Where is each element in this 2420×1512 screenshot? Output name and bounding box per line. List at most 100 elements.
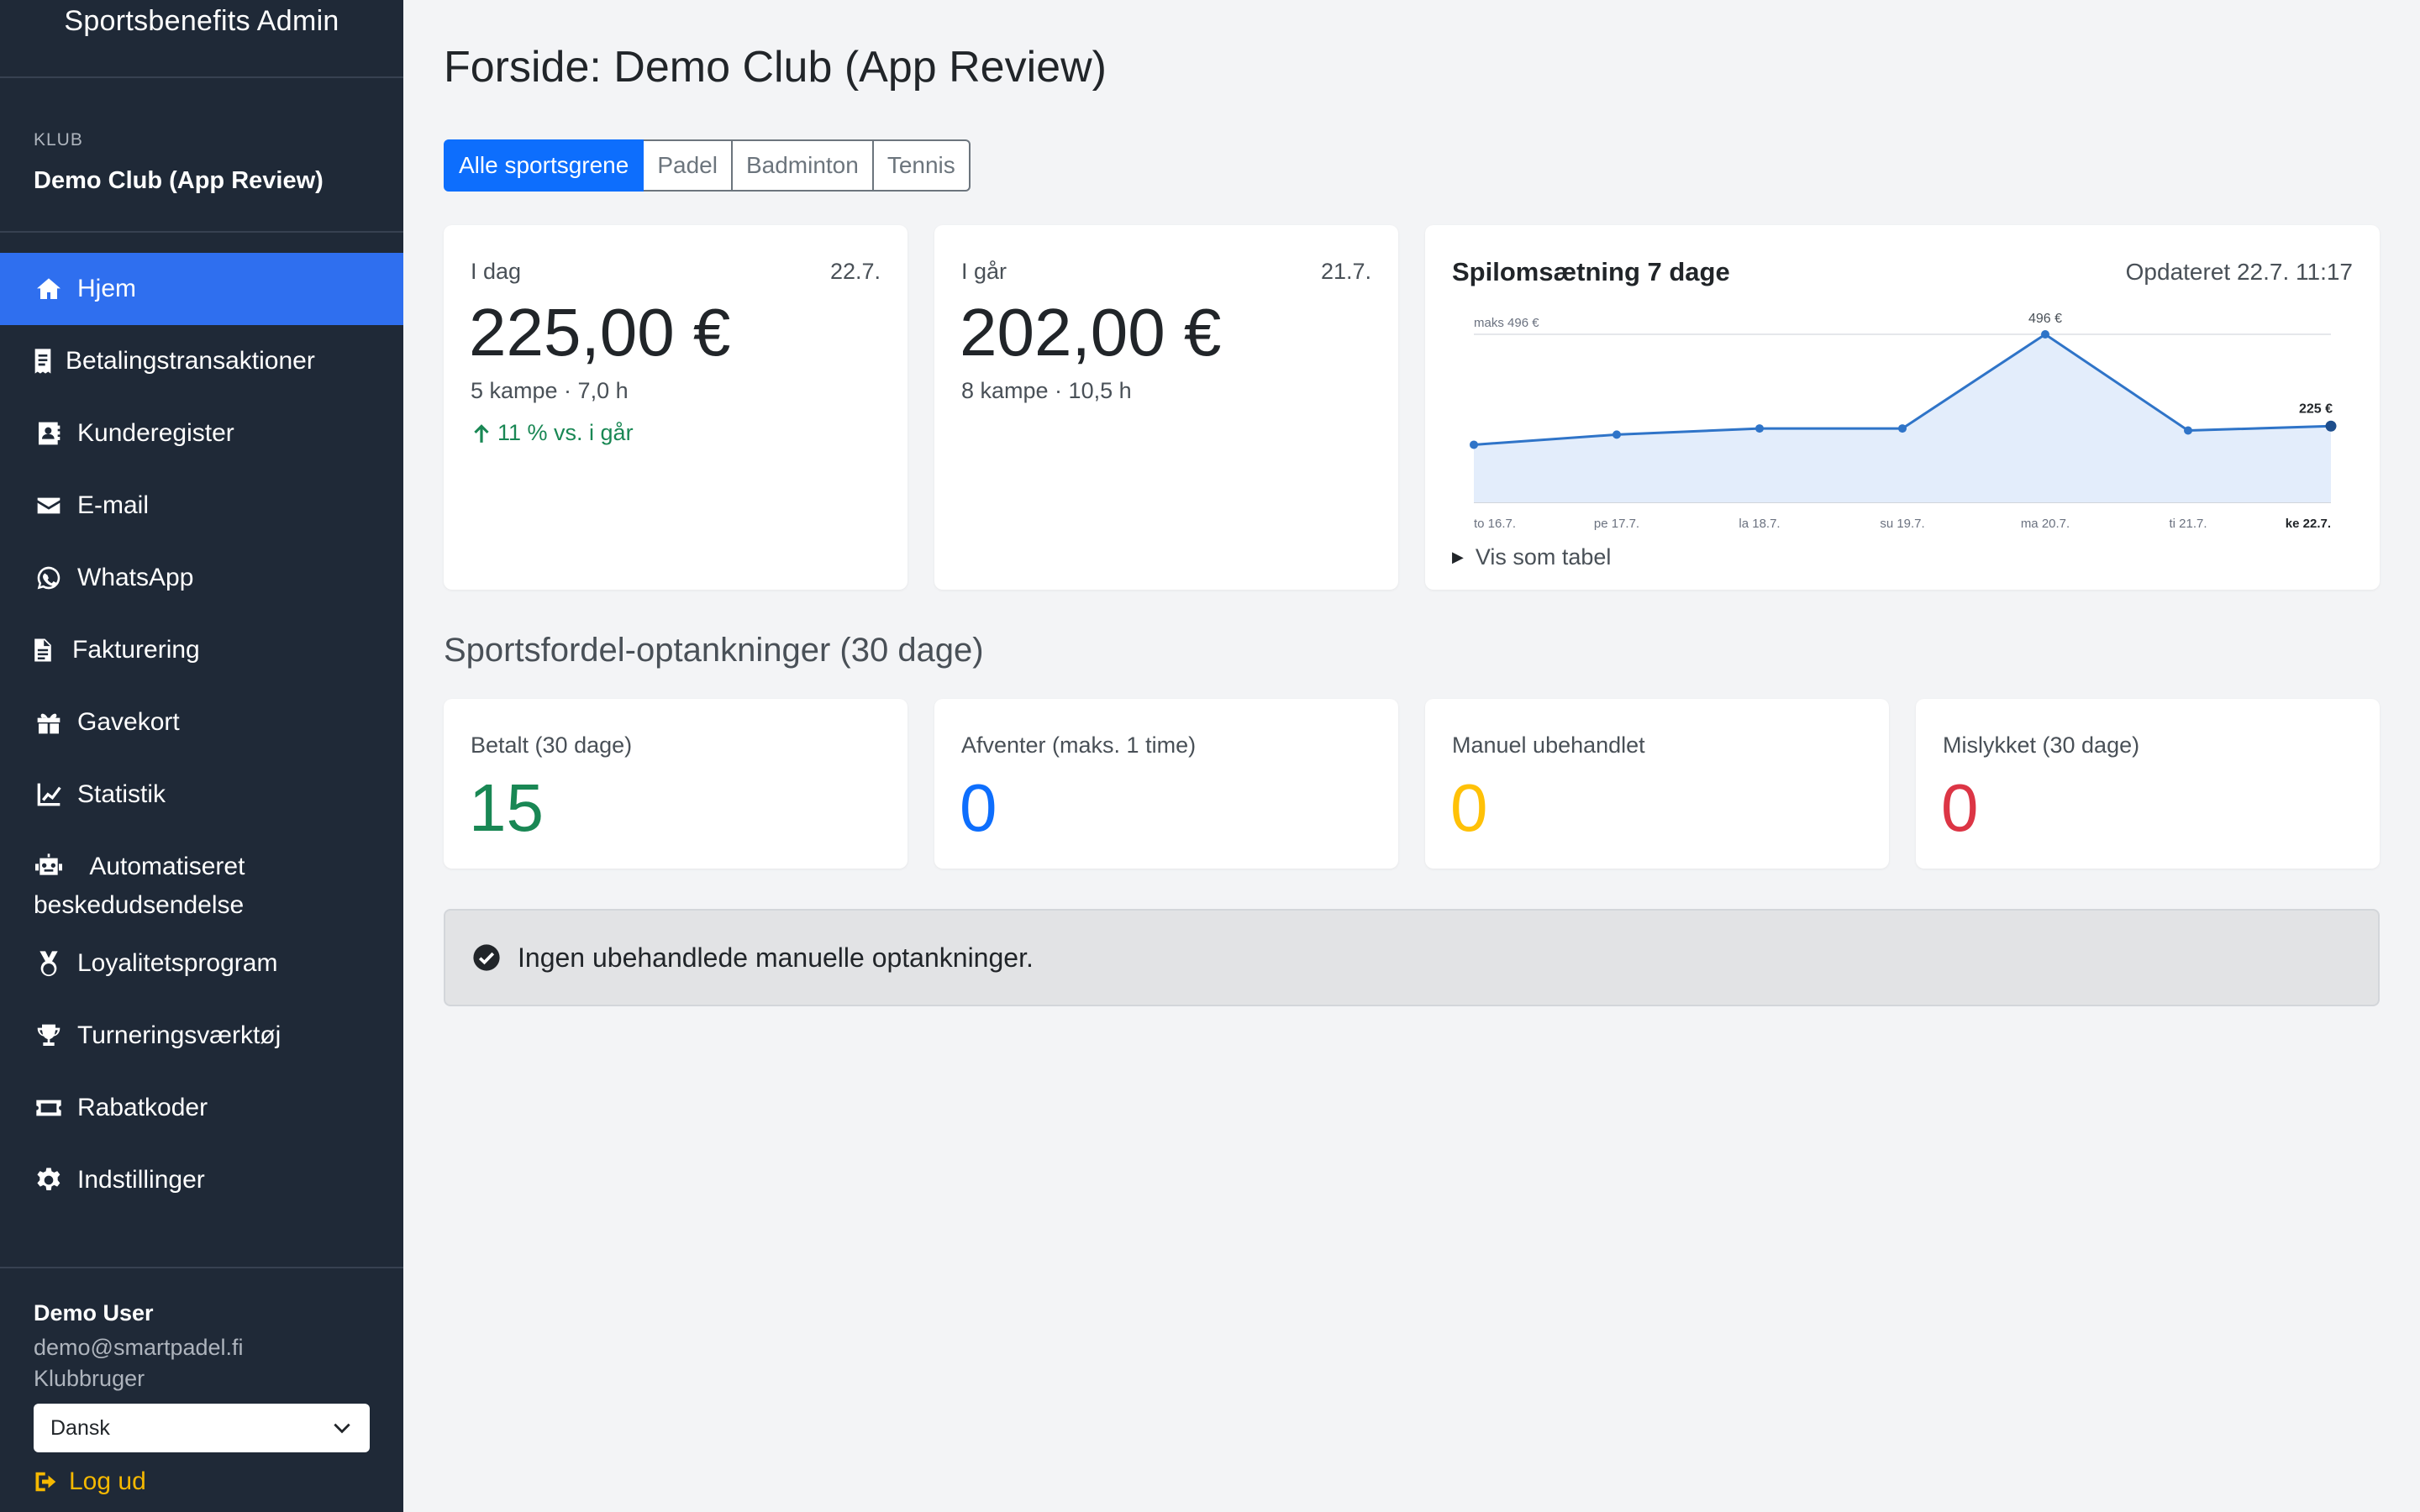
- show-table-label: Vis som tabel: [1475, 544, 1612, 570]
- sidebar-item-hjem[interactable]: Hjem: [0, 253, 403, 325]
- section-title: Sportsfordel-optankninger (30 dage): [444, 632, 984, 669]
- sidebar-item-label: Kunderegister: [77, 419, 234, 447]
- x-tick-label: la 18.7.: [1739, 517, 1780, 531]
- sidebar-item-label: Betalingstransaktioner: [66, 347, 315, 375]
- medal-icon: [34, 948, 64, 979]
- stat-label: Afventer (maks. 1 time): [961, 732, 1197, 758]
- sidebar-item-label: Fakturering: [72, 636, 200, 664]
- stat-label: Mislykket (30 dage): [1943, 732, 2140, 758]
- logout-icon: [35, 1472, 56, 1492]
- data-point: [2325, 420, 2337, 432]
- x-tick-label: ti 21.7.: [2169, 517, 2207, 531]
- invoice-icon: [34, 635, 52, 665]
- club-block: KLUB Demo Club (App Review): [0, 78, 403, 233]
- sidebar-item-turneringsvaerktoj[interactable]: Turneringsværktøj: [0, 1000, 403, 1072]
- stat-card-manual: Manuel ubehandlet 0: [1425, 699, 1889, 869]
- user-name: Demo User: [34, 1300, 154, 1326]
- app-brand: Sportsbenefits Admin: [0, 0, 403, 78]
- sidebar-item-label: Gavekort: [77, 708, 180, 736]
- yesterday-revenue: 202,00 €: [960, 295, 1222, 370]
- logout-link[interactable]: Log ud: [34, 1467, 370, 1496]
- check-circle-icon: [473, 944, 500, 971]
- data-point: [2184, 426, 2192, 435]
- gear-icon: [34, 1165, 64, 1195]
- today-revenue: 225,00 €: [469, 295, 731, 370]
- gift-icon: [34, 707, 64, 738]
- tab-tennis[interactable]: Tennis: [873, 139, 971, 192]
- receipt-icon: [34, 346, 52, 376]
- page-title: Forside: Demo Club (App Review): [444, 43, 1107, 92]
- user-role: Klubbruger: [34, 1366, 145, 1391]
- status-alert: Ingen ubehandlede manuelle optankninger.: [444, 909, 2380, 1006]
- sidebar-item-fakturering[interactable]: Fakturering: [0, 614, 403, 686]
- stat-label: Manuel ubehandlet: [1452, 732, 1645, 758]
- sidebar-item-e-mail[interactable]: E-mail: [0, 470, 403, 542]
- alert-text: Ingen ubehandlede manuelle optankninger.: [518, 942, 1034, 973]
- stat-value: 15: [469, 770, 544, 845]
- today-trend: 11 % vs. i går: [471, 420, 634, 446]
- data-point: [2041, 330, 2049, 339]
- yesterday-label: I går: [961, 259, 1007, 284]
- today-card: I dag 22.7. 225,00 € 5 kampe · 7,0 h 11 …: [444, 225, 908, 590]
- user-block: Demo User demo@smartpadel.fi Klubbruger …: [0, 1267, 403, 1496]
- sidebar-item-label: WhatsApp: [77, 564, 194, 591]
- sidebar-item-whatsapp[interactable]: WhatsApp: [0, 542, 403, 614]
- x-tick-label: ke 22.7.: [2286, 517, 2331, 531]
- sidebar-item-gavekort[interactable]: Gavekort: [0, 686, 403, 759]
- today-summary: 5 kampe · 7,0 h: [471, 378, 629, 403]
- sidebar-nav: Hjem Betalingstransaktioner Kunderegiste…: [0, 253, 403, 1216]
- club-name: Demo Club (App Review): [34, 167, 324, 194]
- x-tick-label: su 19.7.: [1880, 517, 1924, 531]
- tab-padel[interactable]: Padel: [644, 139, 733, 192]
- peak-label: 496 €: [2028, 312, 2062, 326]
- sidebar-item-automatiseret-beskedudsendelse[interactable]: Automatiseret beskedudsendelse: [0, 831, 403, 927]
- data-point: [1612, 430, 1621, 439]
- stat-card-failed: Mislykket (30 dage) 0: [1916, 699, 2380, 869]
- envelope-icon: [34, 491, 64, 521]
- x-tick-label: ma 20.7.: [2021, 517, 2070, 531]
- club-label: KLUB: [34, 130, 83, 150]
- sidebar-item-label: Indstillinger: [77, 1166, 205, 1194]
- sidebar-item-label: Turneringsværktøj: [77, 1021, 281, 1049]
- today-date: 22.7.: [829, 259, 881, 284]
- whatsapp-icon: [34, 563, 64, 593]
- x-tick-label: pe 17.7.: [1594, 517, 1639, 531]
- show-table-toggle[interactable]: ▶ Vis som tabel: [1452, 544, 1611, 570]
- stat-value: 0: [960, 770, 997, 845]
- stat-value: 0: [1941, 770, 1979, 845]
- data-point: [1470, 440, 1478, 449]
- sidebar-item-label: Hjem: [77, 275, 137, 302]
- yesterday-card: I går 21.7. 202,00 € 8 kampe · 10,5 h: [934, 225, 1398, 590]
- home-icon: [34, 274, 64, 304]
- sidebar-item-label: Automatiseret beskedudsendelse: [34, 853, 245, 919]
- tab-badminton[interactable]: Badminton: [732, 139, 874, 192]
- chart-updated: Opdateret 22.7. 11:17: [2125, 259, 2353, 285]
- tab-alle-sportsgrene[interactable]: Alle sportsgrene: [444, 139, 644, 192]
- today-label: I dag: [471, 259, 522, 284]
- ticket-icon: [34, 1093, 64, 1123]
- sidebar-item-label: Loyalitetsprogram: [77, 949, 278, 977]
- sidebar-item-betalingstransaktioner[interactable]: Betalingstransaktioner: [0, 325, 403, 397]
- logout-label: Log ud: [69, 1467, 146, 1495]
- sidebar-item-indstillinger[interactable]: Indstillinger: [0, 1144, 403, 1216]
- caret-right-icon: ▶: [1452, 549, 1464, 565]
- sidebar-item-statistik[interactable]: Statistik: [0, 759, 403, 831]
- sidebar-item-kunderegister[interactable]: Kunderegister: [0, 397, 403, 470]
- sidebar-item-rabatkoder[interactable]: Rabatkoder: [0, 1072, 403, 1144]
- today-trend-text: 11 % vs. i går: [497, 420, 634, 445]
- chart-line-icon: [34, 780, 64, 810]
- robot-icon: [34, 851, 64, 881]
- sidebar: Sportsbenefits Admin KLUB Demo Club (App…: [0, 0, 403, 1512]
- language-select[interactable]: Dansk: [34, 1404, 370, 1452]
- stat-card-paid: Betalt (30 dage) 15: [444, 699, 908, 869]
- stat-label: Betalt (30 dage): [471, 732, 633, 758]
- x-tick-label: to 16.7.: [1474, 517, 1516, 531]
- language-value: Dansk: [50, 1415, 110, 1440]
- sidebar-item-loyalitetsprogram[interactable]: Loyalitetsprogram: [0, 927, 403, 1000]
- last-value-label: 225 €: [2299, 402, 2333, 416]
- revenue-chart-card: maks 496 € 496 € 225 € to 16.7. pe 17.7. la 1…: [1425, 225, 2380, 590]
- sidebar-item-label: Statistik: [77, 780, 166, 808]
- sidebar-item-label: E-mail: [77, 491, 150, 519]
- contact-card-icon: [34, 418, 64, 449]
- yesterday-summary: 8 kampe · 10,5 h: [961, 378, 1132, 403]
